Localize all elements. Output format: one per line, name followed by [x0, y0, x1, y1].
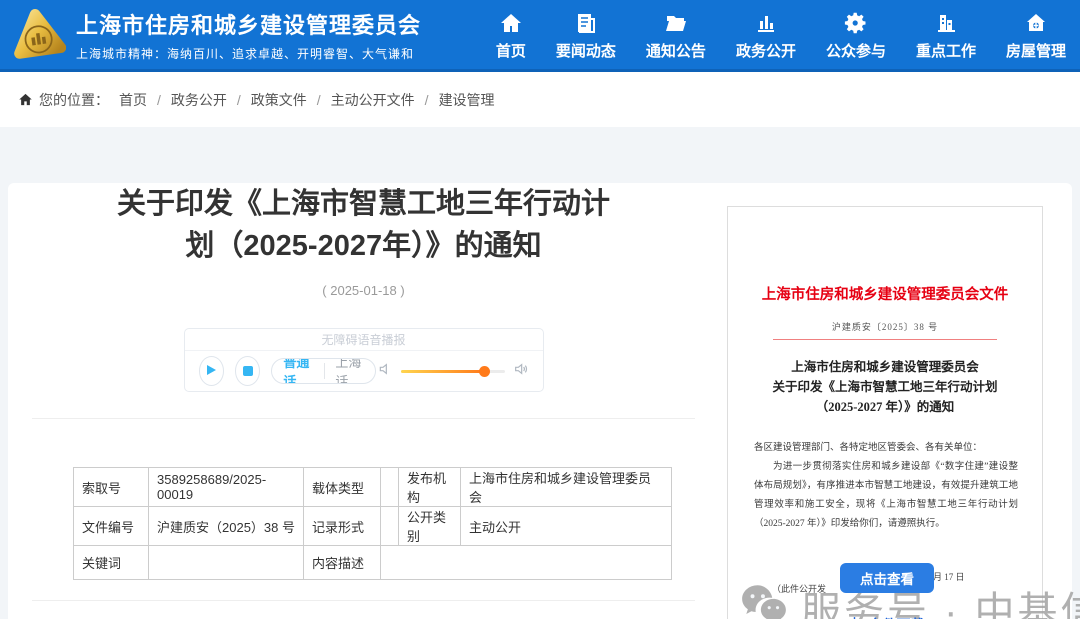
breadcrumb-item-home[interactable]: 首页	[119, 90, 147, 110]
lang-option-shanghainese[interactable]: 上海话	[324, 358, 375, 384]
breadcrumb-item-gov-info[interactable]: 政务公开	[171, 90, 227, 110]
meta-value-record-form	[381, 507, 399, 546]
document-preview-panel: 上海市住房和城乡建设管理委员会文件 沪建质安〔2025〕38 号 上海市住房和城…	[727, 206, 1043, 619]
document-meta-table: 索取号 3589258689/2025-00019 载体类型 发布机构 上海市住…	[73, 467, 672, 580]
site-title: 上海市住房和城乡建设管理委员会	[76, 8, 421, 40]
meta-label-keywords: 关键词	[74, 546, 149, 580]
nav-item-participation[interactable]: 公众参与	[826, 9, 886, 61]
nav-item-home[interactable]: 首页	[496, 9, 526, 61]
folder-icon	[664, 11, 688, 35]
nav-item-notices[interactable]: 通知公告	[646, 9, 706, 61]
volume-slider-knob[interactable]	[479, 366, 490, 377]
meta-value-carrier-type	[381, 468, 399, 507]
breadcrumb-item-policy-docs[interactable]: 政策文件	[251, 90, 307, 110]
meta-value-index-no: 3589258689/2025-00019	[149, 468, 304, 507]
preview-red-header: 上海市住房和城乡建设管理委员会文件	[728, 283, 1042, 304]
meta-value-doc-no: 沪建质安（2025）38 号	[149, 507, 304, 546]
preview-doc-number: 沪建质安〔2025〕38 号	[728, 320, 1042, 333]
stop-button[interactable]	[235, 356, 260, 386]
publish-date: ( 2025-01-18 )	[32, 283, 695, 298]
article-column: 关于印发《上海市智慧工地三年行动计 划（2025-2027年）》的通知 ( 20…	[8, 183, 695, 601]
nav-item-news[interactable]: 要闻动态	[556, 9, 616, 61]
preview-footnote-fragment: （此件公开发	[772, 582, 826, 595]
breadcrumb-home-icon	[18, 92, 33, 107]
meta-label-description: 内容描述	[304, 546, 381, 580]
site-header: 上海市住房和城乡建设管理委员会 上海城市精神：海纳百川、追求卓越、开明睿智、大气…	[0, 0, 1080, 72]
meta-value-open-category: 主动公开	[461, 507, 672, 546]
file-download-link[interactable]: 文件下载	[728, 615, 1042, 619]
audio-player-title: 无障碍语音播报	[185, 329, 543, 351]
download-icon	[846, 615, 863, 619]
meta-label-issuing-agency: 发布机构	[399, 468, 461, 507]
bar-chart-icon	[754, 11, 778, 35]
lang-option-mandarin[interactable]: 普通话	[272, 358, 323, 384]
meta-value-description	[381, 546, 672, 580]
page-title: 关于印发《上海市智慧工地三年行动计 划（2025-2027年）》的通知	[44, 183, 684, 267]
building-icon	[934, 11, 958, 35]
main-nav: 首页 要闻动态 通知公告 政务公开 公众参与 重点工作	[496, 9, 1066, 61]
accessibility-audio-player: 无障碍语音播报 普通话 上海话	[184, 328, 544, 392]
preview-doc-title: 上海市住房和城乡建设管理委员会 关于印发《上海市智慧工地三年行动计划 （2025…	[728, 357, 1042, 417]
divider-bottom	[32, 600, 695, 601]
volume-slider[interactable]	[401, 370, 505, 373]
news-icon	[574, 11, 598, 35]
meta-label-carrier-type: 载体类型	[304, 468, 381, 507]
meta-label-index-no: 索取号	[74, 468, 149, 507]
meta-label-doc-no: 文件编号	[74, 507, 149, 546]
volume-low-icon	[377, 361, 393, 382]
home-icon	[499, 11, 523, 35]
gear-icon	[844, 11, 868, 35]
preview-red-rule	[773, 339, 997, 340]
table-row: 关键词 内容描述	[74, 546, 672, 580]
breadcrumb: 您的位置： 首页 / 政务公开 / 政策文件 / 主动公开文件 / 建设管理	[0, 72, 1080, 127]
language-toggle: 普通话 上海话	[271, 358, 376, 384]
nav-item-gov-info[interactable]: 政务公开	[736, 9, 796, 61]
meta-label-record-form: 记录形式	[304, 507, 381, 546]
meta-value-issuing-agency: 上海市住房和城乡建设管理委员会	[461, 468, 672, 507]
view-document-button[interactable]: 点击查看	[840, 563, 934, 593]
nav-item-housing[interactable]: 房屋管理	[1006, 9, 1066, 61]
nav-item-key-work[interactable]: 重点工作	[916, 9, 976, 61]
preview-doc-body: 各区建设管理部门、各特定地区管委会、各有关单位： 为进一步贯彻落实住房和城乡建设…	[754, 439, 1018, 534]
house-tools-icon	[1024, 11, 1048, 35]
breadcrumb-prefix: 您的位置：	[39, 90, 109, 110]
meta-label-open-category: 公开类别	[399, 507, 461, 546]
stop-icon	[243, 366, 253, 376]
divider-top	[32, 418, 695, 419]
table-row: 索取号 3589258689/2025-00019 载体类型 发布机构 上海市住…	[74, 468, 672, 507]
play-icon	[205, 364, 217, 379]
volume-control	[377, 361, 529, 382]
breadcrumb-item-proactive-docs[interactable]: 主动公开文件	[331, 90, 415, 110]
preview-date-fragment: 月 17 日	[933, 570, 965, 583]
table-row: 文件编号 沪建质安（2025）38 号 记录形式 公开类别 主动公开	[74, 507, 672, 546]
breadcrumb-item-construction-mgmt[interactable]: 建设管理	[439, 90, 495, 110]
meta-value-keywords	[149, 546, 304, 580]
content-card: 关于印发《上海市智慧工地三年行动计 划（2025-2027年）》的通知 ( 20…	[8, 183, 1072, 619]
site-slogan: 上海城市精神：海纳百川、追求卓越、开明睿智、大气谦和	[76, 45, 421, 62]
site-logo-icon	[10, 7, 66, 63]
volume-high-icon	[513, 361, 529, 382]
play-button[interactable]	[199, 356, 224, 386]
